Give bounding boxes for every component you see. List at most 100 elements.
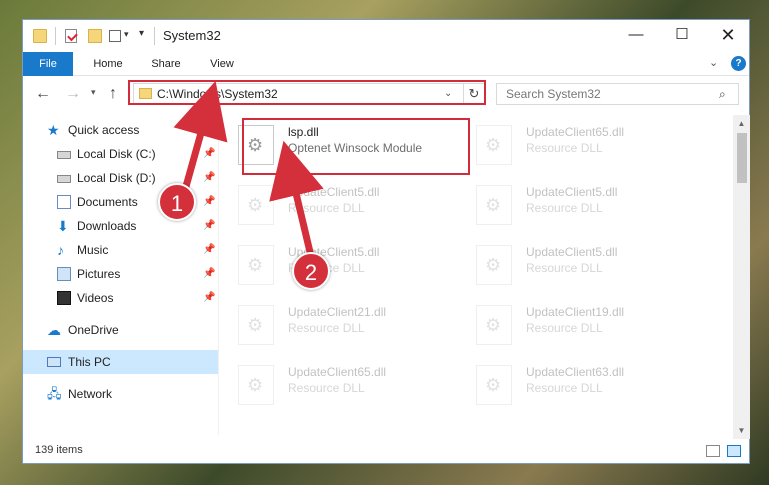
sidebar-item-label: Videos	[77, 291, 114, 305]
dll-file-icon	[238, 365, 274, 405]
details-view-icon[interactable]	[706, 445, 720, 457]
maximize-button[interactable]: ☐	[659, 20, 705, 50]
file-type: Resource DLL	[526, 261, 603, 275]
dll-file-icon	[238, 305, 274, 345]
scroll-up-icon[interactable]: ▲	[733, 115, 750, 132]
sidebar-item-network[interactable]: 🖧 Network	[23, 382, 218, 406]
pin-icon[interactable]: 📌	[203, 262, 215, 286]
dll-file-icon	[476, 125, 512, 165]
sidebar-item-onedrive[interactable]: ☁ OneDrive	[23, 318, 218, 342]
tab-view[interactable]: View	[197, 52, 247, 76]
pin-icon[interactable]: 📌	[203, 142, 215, 166]
file-type: Resource DLL	[288, 381, 365, 395]
pin-icon[interactable]: 📌	[203, 190, 215, 214]
pin-icon[interactable]: 📌	[203, 238, 215, 262]
folder-icon	[33, 29, 47, 43]
sidebar-item-label: Network	[68, 387, 113, 401]
dll-file-icon	[238, 245, 274, 285]
star-icon: ★	[47, 122, 60, 138]
sidebar-item-label: Documents	[77, 195, 138, 209]
sidebar-item-quick-access[interactable]: ★ Quick access	[23, 118, 218, 142]
file-item[interactable]: UpdateClient65.dll Resource DLL	[464, 119, 694, 175]
search-icon[interactable]: ⌕	[719, 87, 726, 102]
up-button[interactable]: ↑	[109, 85, 117, 103]
minimize-button[interactable]: —	[613, 20, 659, 50]
sidebar-item-music[interactable]: ♪ Music 📌	[23, 238, 218, 262]
documents-icon	[57, 195, 71, 209]
file-type: Resource DLL	[526, 201, 603, 215]
file-type: Resource DLL	[288, 321, 365, 335]
sidebar-item-this-pc[interactable]: This PC	[23, 350, 218, 374]
file-name: UpdateClient65.dll	[526, 125, 625, 139]
quick-access-dropdown-icon[interactable]: ▾	[124, 29, 129, 47]
new-folder-icon[interactable]	[88, 29, 102, 43]
drive-icon	[57, 151, 71, 159]
toolbar-divider	[55, 27, 56, 45]
customize-toolbar-icon[interactable]: ▾	[139, 28, 144, 46]
pictures-icon	[57, 267, 71, 281]
dll-file-icon	[476, 185, 512, 225]
scrollbar-thumb[interactable]	[737, 133, 747, 183]
sidebar-item-label: Quick access	[68, 123, 140, 137]
file-item[interactable]: UpdateClient5.dll Resource DLL	[464, 179, 694, 235]
computer-icon	[47, 357, 61, 367]
file-name: UpdateClient5.dll	[526, 185, 618, 199]
music-icon: ♪	[57, 242, 64, 258]
file-type: Resource DLL	[526, 141, 603, 155]
sidebar-item-label: This PC	[68, 355, 111, 369]
dll-file-icon	[476, 365, 512, 405]
file-name: UpdateClient5.dll	[526, 245, 618, 259]
back-button[interactable]: ←	[35, 85, 51, 103]
chevron-down-icon[interactable]: ⌄	[709, 56, 718, 69]
sidebar-item-videos[interactable]: Videos 📌	[23, 286, 218, 310]
item-count: 139 items	[35, 444, 83, 456]
sidebar-item-downloads[interactable]: ⬇ Downloads 📌	[23, 214, 218, 238]
sidebar-item-label: Local Disk (C:)	[77, 147, 156, 161]
videos-icon	[57, 291, 71, 305]
tab-share[interactable]: Share	[141, 52, 191, 76]
properties-icon[interactable]	[65, 29, 77, 43]
close-button[interactable]: ✕	[705, 20, 751, 50]
pane-divider[interactable]	[218, 115, 219, 435]
network-icon: 🖧	[47, 386, 62, 401]
file-item[interactable]: UpdateClient5.dll Resource DLL	[464, 239, 694, 295]
cloud-icon: ☁	[47, 322, 61, 338]
recent-locations-button[interactable]: ▾	[91, 87, 96, 98]
pin-icon[interactable]: 📌	[203, 166, 215, 190]
sidebar-item-label: Downloads	[77, 219, 137, 233]
help-icon[interactable]: ?	[731, 56, 746, 71]
scroll-down-icon[interactable]: ▼	[733, 422, 750, 439]
sidebar-item-label: OneDrive	[68, 323, 119, 337]
pin-icon[interactable]: 📌	[203, 214, 215, 238]
file-item[interactable]: UpdateClient63.dll Resource DLL	[464, 359, 694, 415]
file-highlight-box	[242, 118, 470, 175]
view-icon[interactable]	[109, 30, 121, 42]
tab-home[interactable]: Home	[83, 52, 133, 76]
file-item[interactable]: UpdateClient19.dll Resource DLL	[464, 299, 694, 355]
forward-button[interactable]: →	[65, 85, 81, 103]
step-2-badge: 2	[292, 252, 330, 290]
sidebar-item-local-disk-c[interactable]: Local Disk (C:) 📌	[23, 142, 218, 166]
file-item[interactable]: UpdateClient5.dll Resource DLL	[226, 239, 456, 295]
tab-file[interactable]: File	[23, 52, 73, 76]
toolbar-divider	[154, 27, 155, 45]
search-input[interactable]: Search System32 ⌕	[496, 83, 739, 105]
dll-file-icon	[476, 245, 512, 285]
window-title: System32	[163, 28, 221, 43]
file-item[interactable]: UpdateClient5.dll Resource DLL	[226, 179, 456, 235]
status-bar: 139 items	[23, 441, 749, 463]
file-name: UpdateClient65.dll	[288, 365, 387, 379]
file-item[interactable]: UpdateClient21.dll Resource DLL	[226, 299, 456, 355]
search-placeholder: Search System32	[506, 87, 601, 101]
vertical-scrollbar[interactable]: ▲ ▼	[733, 115, 750, 439]
drive-icon	[57, 175, 71, 183]
file-type: Resource DLL	[526, 381, 603, 395]
downloads-icon: ⬇	[57, 218, 69, 234]
pin-icon[interactable]: 📌	[203, 286, 215, 310]
navigation-bar: ← → ▾ ↑ C:\Windows\System32 ⌄ ↻ Search S…	[23, 77, 749, 111]
sidebar-item-label: Local Disk (D:)	[77, 171, 156, 185]
sidebar-item-label: Pictures	[77, 267, 121, 281]
file-item[interactable]: UpdateClient65.dll Resource DLL	[226, 359, 456, 415]
sidebar-item-pictures[interactable]: Pictures 📌	[23, 262, 218, 286]
large-icons-view-icon[interactable]	[727, 445, 741, 457]
